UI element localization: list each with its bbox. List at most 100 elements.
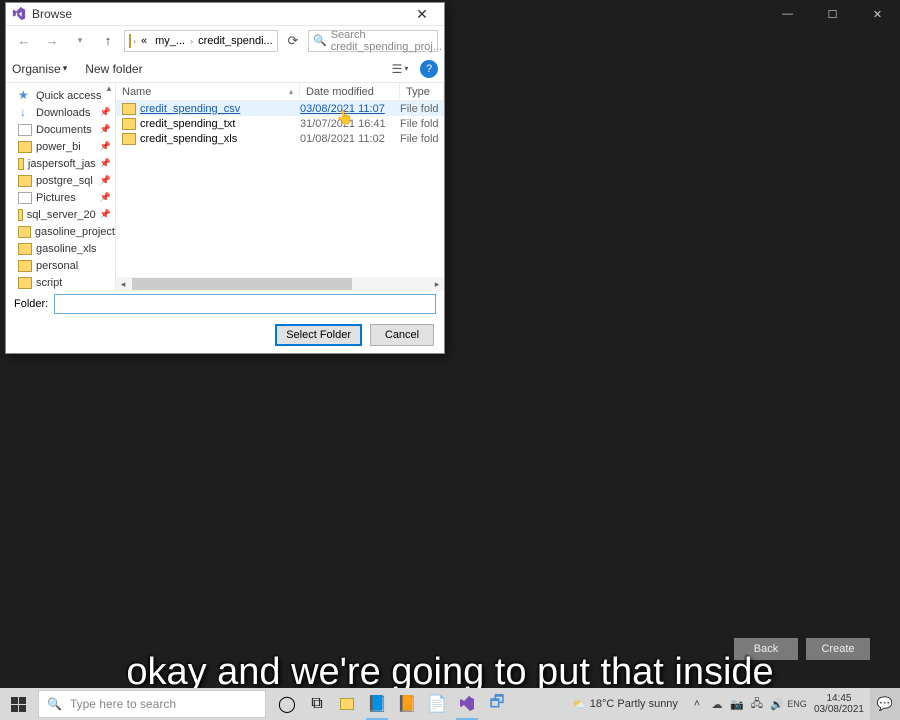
view-mode-button[interactable]: ☰▾ [386,58,414,80]
nav-up-button[interactable]: ↑ [96,29,120,53]
select-folder-button[interactable]: Select Folder [275,324,362,346]
taskbar-app-button[interactable]: 📄 [422,688,452,720]
nav-folder[interactable]: script [12,274,115,291]
column-type[interactable]: Type [400,83,444,100]
taskbar-app-button[interactable]: 📘 [362,688,392,720]
folder-icon [18,260,32,272]
column-date[interactable]: Date modified [300,83,400,100]
pin-icon: 📌 [100,124,111,135]
language-indicator[interactable]: ENG [788,695,806,713]
browse-dialog: Browse ✕ ← → ▾ ↑ › « my_... › credit_spe… [5,2,445,354]
dialog-close-button[interactable]: ✕ [406,4,438,24]
folder-icon [122,133,136,145]
search-placeholder: Search credit_spending_proj... [331,29,442,53]
nav-back-button[interactable]: ← [12,29,36,53]
search-input[interactable]: 🔍 Search credit_spending_proj... [308,30,438,52]
folder-icon [18,277,32,289]
folder-icon [18,141,32,153]
breadcrumb-segment[interactable]: my_... [152,35,188,47]
folder-icon [129,34,131,48]
search-icon: 🔍 [47,697,62,711]
nav-folder[interactable]: power_bi📌 [12,138,115,155]
meet-now-icon[interactable]: 📷 [728,695,746,713]
scroll-left-arrow[interactable]: ◂ [116,277,130,291]
nav-downloads[interactable]: Downloads📌 [12,104,115,121]
start-button[interactable] [0,688,36,720]
file-explorer-button[interactable] [332,688,362,720]
clock[interactable]: 14:45 03/08/2021 [808,693,870,715]
nav-pictures[interactable]: Pictures📌 [12,189,115,206]
pin-icon: 📌 [100,107,111,118]
breadcrumb-segment[interactable]: « [138,35,150,47]
help-button[interactable]: ? [420,60,438,78]
network-icon[interactable]: 🖧 [748,695,766,713]
horizontal-scrollbar[interactable]: ◂ ▸ [116,277,444,291]
bg-maximize-button[interactable]: ☐ [810,0,855,28]
taskbar: 🔍 Type here to search ◯ ⧉ 📘 📙 📄 🗗 ⛅ 18°C… [0,688,900,720]
pin-icon: 📌 [100,192,111,203]
nav-forward-button: → [40,29,64,53]
volume-icon[interactable]: 🔊 [768,695,786,713]
pictures-icon [18,192,32,204]
scroll-up-arrow[interactable]: ▴ [103,83,115,95]
folder-icon [122,118,136,130]
folder-label: Folder: [14,298,48,310]
folder-icon [122,103,136,115]
taskbar-app-button[interactable]: 📙 [392,688,422,720]
visual-studio-taskbar-button[interactable] [452,688,482,720]
organise-menu[interactable]: Organise ▾ [12,62,67,76]
weather-icon: ⛅ [572,698,586,711]
star-icon [18,90,32,102]
folder-icon [18,226,31,238]
bg-minimize-button[interactable]: — [765,0,810,28]
nav-folder[interactable]: postgre_sql📌 [12,172,115,189]
nav-folder[interactable]: sql_server_20📌 [12,206,115,223]
pin-icon: 📌 [100,175,111,186]
sort-asc-icon: ▴ [289,87,293,96]
search-icon: 🔍 [313,34,327,47]
navigation-pane: ▴ Quick access Downloads📌 Documents📌 pow… [6,83,116,291]
folder-input[interactable] [54,294,436,314]
dialog-titlebar[interactable]: Browse ✕ [6,3,444,25]
bg-close-button[interactable]: ✕ [855,0,900,28]
weather-widget[interactable]: ⛅ 18°C Partly sunny [564,698,686,711]
nav-documents[interactable]: Documents📌 [12,121,115,138]
list-item[interactable]: credit_spending_xls 01/08/2021 11:02 Fil… [116,131,444,146]
pin-icon: 📌 [100,209,111,220]
file-list: credit_spending_csv 03/08/2021 11:07 Fil… [116,101,444,277]
cancel-button[interactable]: Cancel [370,324,434,346]
new-folder-button[interactable]: New folder [85,62,142,76]
scrollbar-thumb[interactable] [132,278,352,290]
nav-folder[interactable]: personal [12,257,115,274]
chevron-right-icon: › [133,36,136,46]
refresh-button[interactable]: ⟳ [282,30,304,52]
pin-icon: 📌 [100,141,111,152]
dialog-title: Browse [32,7,72,21]
task-view-button[interactable]: ⧉ [302,688,332,720]
visual-studio-icon [12,7,26,21]
pin-icon: 📌 [100,158,111,169]
list-header: Name▴ Date modified Type [116,83,444,101]
onedrive-icon[interactable]: ☁ [708,695,726,713]
quick-access-node[interactable]: Quick access [12,87,115,104]
chevron-right-icon: › [190,36,193,46]
folder-icon [340,698,354,710]
chevron-down-icon: ▾ [63,63,68,74]
folder-icon [18,175,32,187]
scroll-right-arrow[interactable]: ▸ [430,277,444,291]
nav-folder[interactable]: gasoline_xls [12,240,115,257]
column-name[interactable]: Name▴ [116,83,300,100]
list-item[interactable]: credit_spending_txt 31/07/2021 16:41 Fil… [116,116,444,131]
taskbar-app-button[interactable]: 🗗 [482,688,512,720]
breadcrumb-segment[interactable]: credit_spendi... [195,35,276,47]
list-item[interactable]: credit_spending_csv 03/08/2021 11:07 Fil… [116,101,444,116]
cortana-button[interactable]: ◯ [272,688,302,720]
notifications-button[interactable]: 💬 [870,688,900,720]
nav-recent-dropdown[interactable]: ▾ [68,29,92,53]
address-breadcrumb[interactable]: › « my_... › credit_spendi... › ▾ [124,30,278,52]
nav-folder[interactable]: jaspersoft_jas📌 [12,155,115,172]
tray-overflow-button[interactable]: ˄ [688,695,706,713]
taskbar-search-input[interactable]: 🔍 Type here to search [38,690,266,718]
nav-folder[interactable]: gasoline_project [12,223,115,240]
folder-icon [18,243,32,255]
